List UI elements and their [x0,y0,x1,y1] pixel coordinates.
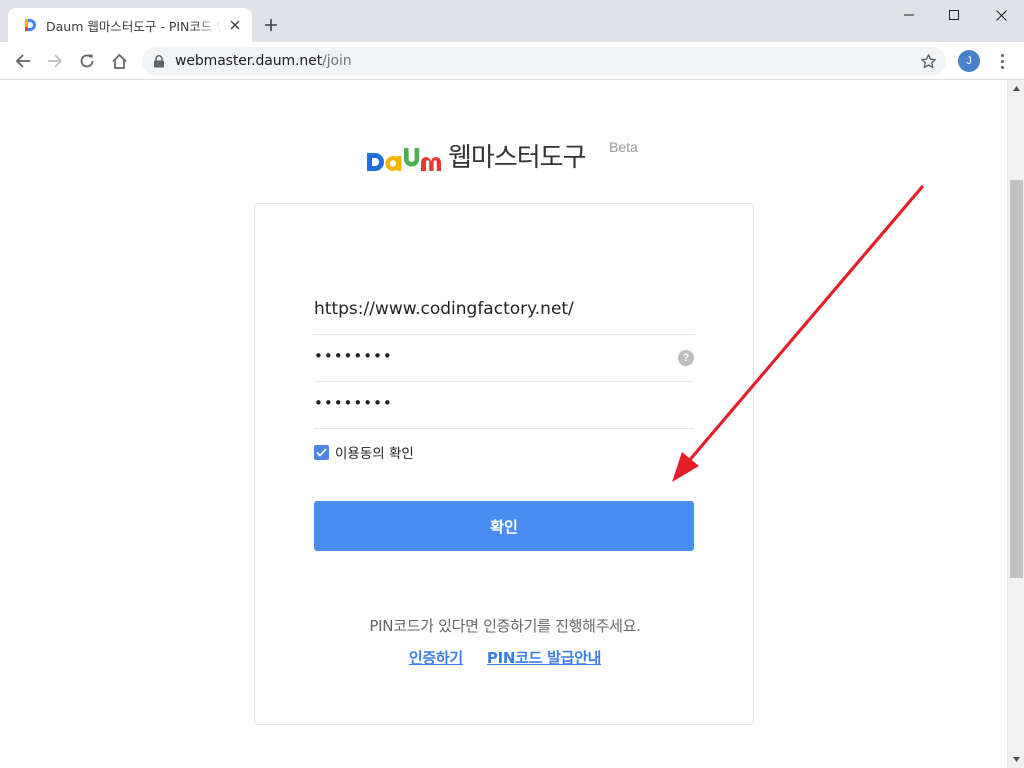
password-confirm-field [314,382,694,429]
url-text: webmaster.daum.net/join [175,53,352,69]
browser-menu-icon[interactable] [992,51,1012,71]
minimize-icon [904,14,914,16]
verify-link[interactable]: 인증하기 [409,647,463,668]
maximize-icon [949,10,959,20]
daum-favicon-icon [25,19,36,31]
close-window-button[interactable] [978,0,1024,30]
url-host: webmaster.daum.net [175,53,323,69]
brand-header: 웹마스터도구 Beta [366,139,638,173]
pin-message: PIN코드가 있다면 인증하기를 진행해주세요. [369,617,641,635]
agree-label[interactable]: 이용동의 확인 [335,442,414,462]
profile-avatar[interactable]: J [958,50,980,72]
address-bar[interactable]: webmaster.daum.net/join [142,47,946,76]
reload-button[interactable] [75,49,99,73]
back-button[interactable] [11,49,35,73]
lock-icon [154,55,164,68]
close-icon [995,9,1007,21]
check-icon [316,447,327,457]
tab-title: Daum 웹마스터도구 - PIN코드 발급 [46,18,222,34]
reload-icon [80,54,94,68]
page-viewport: 웹마스터도구 Beta ? 이용동의 확인 확인 PIN코드가 있다면 인증하기… [0,80,1007,768]
help-icon[interactable]: ? [678,350,694,366]
browser-tab[interactable]: Daum 웹마스터도구 - PIN코드 발급 [8,8,252,42]
scroll-down-icon[interactable] [1008,751,1024,768]
home-icon [111,53,127,69]
beta-badge: Beta [609,139,638,155]
footer-links: 인증하기 PIN코드 발급안내 [255,647,755,668]
agree-row: 이용동의 확인 [314,442,414,462]
tab-strip: Daum 웹마스터도구 - PIN코드 발급 [0,0,1024,42]
agree-checkbox[interactable] [314,444,329,460]
confirm-button[interactable]: 확인 [314,501,694,551]
home-button[interactable] [107,49,131,73]
forward-button[interactable] [43,49,67,73]
scroll-up-icon[interactable] [1008,80,1024,97]
page-scrollbar[interactable] [1007,80,1024,768]
password-field: ? [314,335,694,382]
site-url-field [314,288,694,335]
brand-title: 웹마스터도구 [448,143,587,173]
join-form-card: ? 이용동의 확인 확인 PIN코드가 있다면 인증하기를 진행해주세요. 인증… [254,203,754,725]
maximize-button[interactable] [931,0,977,30]
password-confirm-input[interactable] [314,390,664,416]
pin-guide-link[interactable]: PIN코드 발급안내 [487,647,601,668]
new-tab-button[interactable] [260,14,282,36]
arrow-left-icon [15,54,30,68]
site-url-input[interactable] [314,296,664,322]
plus-icon [265,19,277,31]
url-path: /join [322,53,352,69]
daum-logo [367,148,441,171]
minimize-button[interactable] [886,0,932,30]
bookmark-star-icon[interactable] [920,53,937,70]
arrow-right-icon [48,54,63,68]
browser-toolbar: webmaster.daum.net/join [0,42,1024,80]
password-input[interactable] [314,343,664,369]
scrollbar-thumb[interactable] [1010,180,1023,578]
tab-close-icon[interactable] [226,16,244,34]
